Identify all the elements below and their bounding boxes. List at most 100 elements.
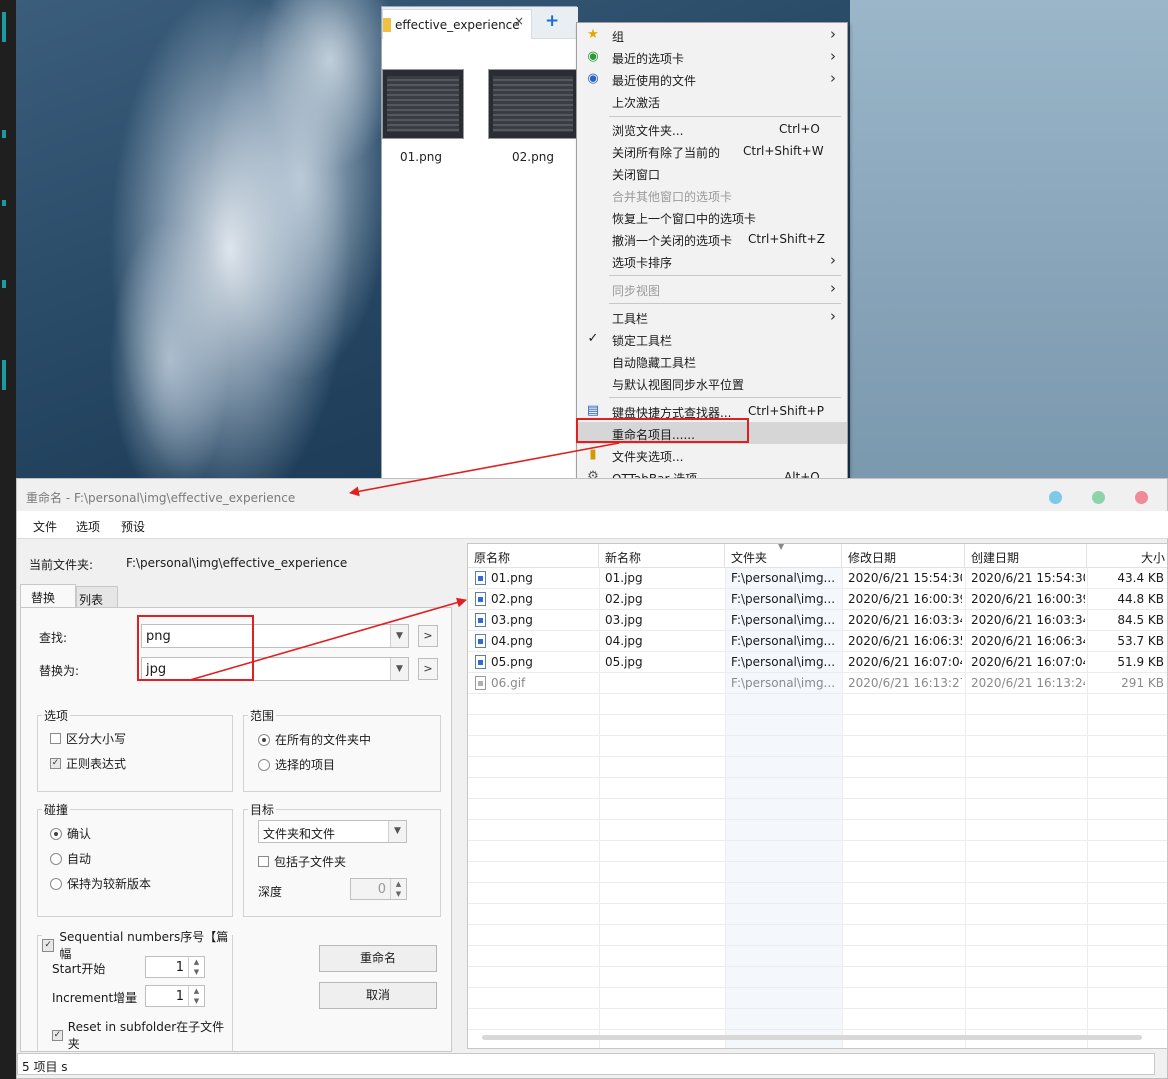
cell-size: 44.8 KB bbox=[1117, 592, 1164, 606]
cell-orig: 02.png bbox=[491, 592, 533, 606]
chevron-down-icon[interactable]: ▼ bbox=[388, 821, 406, 842]
thumbnail-label: 02.png bbox=[512, 150, 554, 164]
increment-stepper[interactable]: 1 ▲ ▼ bbox=[145, 985, 205, 1007]
cell-created: 2020/6/21 16:03:34 bbox=[971, 613, 1085, 627]
menu-presets[interactable]: 预设 bbox=[121, 518, 145, 535]
menu-item-lock-toolbar[interactable]: ✓ 锁定工具栏 bbox=[577, 328, 847, 350]
menu-item-undo-close[interactable]: 撤消一个关闭的选项卡 Ctrl+Shift+Z bbox=[577, 228, 847, 250]
close-button[interactable] bbox=[1135, 491, 1148, 504]
cell-new: 05.jpg bbox=[605, 655, 643, 669]
cell-new: 01.jpg bbox=[605, 571, 643, 585]
table-row[interactable]: 06.gif F:\personal\img... 2020/6/21 16:13:… bbox=[468, 673, 1167, 694]
menu-item-folder-options[interactable]: ▮ 文件夹选项... bbox=[577, 444, 847, 466]
table-row[interactable]: 04.png 04.jpg F:\personal\img... 2020/6/21 … bbox=[468, 631, 1167, 652]
table-row[interactable]: 01.png 01.jpg F:\personal\img... 2020/6/21 … bbox=[468, 568, 1167, 589]
depth-stepper: 0 ▲ ▼ bbox=[350, 878, 407, 900]
cell-modified: 2020/6/21 16:06:35 bbox=[848, 634, 962, 648]
menu-item-recent-files[interactable]: ◉ 最近使用的文件 › bbox=[577, 68, 847, 90]
tab-list[interactable]: 列表 bbox=[76, 586, 118, 608]
cell-created: 2020/6/21 16:06:34 bbox=[971, 634, 1085, 648]
tab-replace[interactable]: 替换 bbox=[20, 584, 76, 608]
file-icon bbox=[475, 592, 486, 606]
menu-item-sort-tabs[interactable]: 选项卡排序 › bbox=[577, 250, 847, 272]
menu-options[interactable]: 选项 bbox=[76, 518, 100, 535]
cell-folder: F:\personal\img... bbox=[731, 571, 836, 585]
conflict-confirm-radio[interactable]: 确认 bbox=[50, 825, 91, 842]
table-row[interactable]: 02.png 02.jpg F:\personal\img... 2020/6/21 … bbox=[468, 589, 1167, 610]
start-stepper[interactable]: 1 ▲ ▼ bbox=[145, 956, 205, 978]
scope-all-folders-radio[interactable]: 在所有的文件夹中 bbox=[258, 731, 371, 748]
cell-new: 03.jpg bbox=[605, 613, 643, 627]
target-group: 目标 文件夹和文件 ▼ 包括子文件夹 深度 0 ▲ ▼ bbox=[243, 801, 441, 917]
find-go-button[interactable]: > bbox=[418, 625, 438, 647]
explorer-window: effective_experience × + 01.png 02.png bbox=[381, 6, 578, 510]
cell-size: 291 KB bbox=[1121, 676, 1164, 690]
options-group: 选项 区分大小写 ✓ 正则表达式 bbox=[37, 707, 233, 792]
menu-item-restore-tabs[interactable]: 恢复上一个窗口中的选项卡 bbox=[577, 206, 847, 228]
chevron-down-icon[interactable]: ▼ bbox=[390, 625, 408, 647]
scope-selected-radio[interactable]: 选择的项目 bbox=[258, 756, 335, 773]
col-size[interactable]: 大小 bbox=[1087, 544, 1167, 568]
menu-item-close-others[interactable]: 关闭所有除了当前的 Ctrl+Shift+W bbox=[577, 140, 847, 162]
conflict-auto-radio[interactable]: 自动 bbox=[50, 850, 91, 867]
explorer-tab-bar: effective_experience × + bbox=[382, 7, 578, 39]
conflict-keep-newer-radio[interactable]: 保持为较新版本 bbox=[50, 875, 151, 892]
menu-item-toolbar[interactable]: 工具栏 › bbox=[577, 306, 847, 328]
cell-modified: 2020/6/21 15:54:30 bbox=[848, 571, 962, 585]
rename-button[interactable]: 重命名 bbox=[319, 945, 437, 972]
file-icon bbox=[475, 676, 486, 690]
chevron-right-icon: › bbox=[830, 25, 836, 43]
regex-checkbox[interactable]: ✓ 正则表达式 bbox=[50, 755, 126, 772]
menu-separator bbox=[609, 303, 841, 304]
minimize-button[interactable] bbox=[1049, 491, 1062, 504]
sequential-group: ✓ Sequential numbers序号【篇幅 Start开始 1 ▲ ▼ In… bbox=[37, 928, 233, 1052]
chevron-right-icon: › bbox=[830, 307, 836, 325]
close-icon[interactable]: × bbox=[514, 14, 524, 28]
new-tab-button[interactable]: + bbox=[545, 11, 559, 31]
menu-item-last-activated[interactable]: 上次激活 bbox=[577, 90, 847, 112]
chevron-down-icon[interactable]: ▼ bbox=[390, 658, 408, 680]
file-icon bbox=[475, 613, 486, 627]
menu-separator bbox=[609, 116, 841, 117]
thumbnail-02[interactable] bbox=[488, 69, 578, 139]
explorer-tab[interactable]: effective_experience × bbox=[382, 9, 532, 39]
reset-subfolder-checkbox[interactable]: ✓ Reset in subfolder在子文件夹 bbox=[52, 1018, 232, 1052]
cell-created: 2020/6/21 16:07:04 bbox=[971, 655, 1085, 669]
menu-item-merge-tabs: 合并其他窗口的选项卡 bbox=[612, 190, 733, 204]
menu-item-group[interactable]: ★ 组 › bbox=[577, 24, 847, 46]
menu-item-sync-horizontal[interactable]: 与默认视图同步水平位置 bbox=[577, 372, 847, 394]
target-select[interactable]: 文件夹和文件 ▼ bbox=[258, 820, 407, 843]
desktop-wallpaper-right bbox=[850, 0, 1168, 478]
cell-folder: F:\personal\img... bbox=[731, 655, 836, 669]
col-modified[interactable]: 修改日期 bbox=[842, 544, 965, 568]
col-original-name[interactable]: 原名称 bbox=[468, 544, 599, 568]
cell-orig: 04.png bbox=[491, 634, 533, 648]
table-row[interactable]: 05.png 05.jpg F:\personal\img... 2020/6/21 … bbox=[468, 652, 1167, 673]
menu-item-browse-folder[interactable]: 浏览文件夹... Ctrl+O bbox=[577, 118, 847, 140]
menu-item-close-window[interactable]: 关闭窗口 bbox=[577, 162, 847, 184]
thumbnail-label: 01.png bbox=[400, 150, 442, 164]
cell-orig: 05.png bbox=[491, 655, 533, 669]
find-label: 查找: bbox=[39, 631, 68, 645]
col-created[interactable]: 创建日期 bbox=[965, 544, 1087, 568]
thumbnail-01[interactable] bbox=[382, 69, 464, 139]
horizontal-scrollbar[interactable] bbox=[468, 1034, 1150, 1042]
menu-file[interactable]: 文件 bbox=[33, 518, 57, 535]
dialog-title: 重命名 - F:\personal\img\effective_experien… bbox=[26, 491, 296, 505]
cancel-button[interactable]: 取消 bbox=[319, 982, 437, 1009]
replace-go-button[interactable]: > bbox=[418, 658, 438, 680]
menu-item-recent-tabs[interactable]: ◉ 最近的选项卡 › bbox=[577, 46, 847, 68]
cell-orig: 06.gif bbox=[491, 676, 526, 690]
col-new-name[interactable]: 新名称 bbox=[599, 544, 725, 568]
include-subfolders-checkbox[interactable]: 包括子文件夹 bbox=[258, 853, 346, 870]
menu-separator bbox=[609, 397, 841, 398]
case-sensitive-checkbox[interactable]: 区分大小写 bbox=[50, 730, 126, 747]
cell-created: 2020/6/21 16:13:24 bbox=[971, 676, 1085, 690]
recent-tabs-icon: ◉ bbox=[587, 49, 599, 64]
table-row[interactable]: 03.png 03.jpg F:\personal\img... 2020/6/21 … bbox=[468, 610, 1167, 631]
folder-icon bbox=[383, 18, 391, 32]
maximize-button[interactable] bbox=[1092, 491, 1105, 504]
menu-separator bbox=[609, 275, 841, 276]
menu-item-autohide-toolbar[interactable]: 自动隐藏工具栏 bbox=[577, 350, 847, 372]
cell-created: 2020/6/21 15:54:30 bbox=[971, 571, 1085, 585]
